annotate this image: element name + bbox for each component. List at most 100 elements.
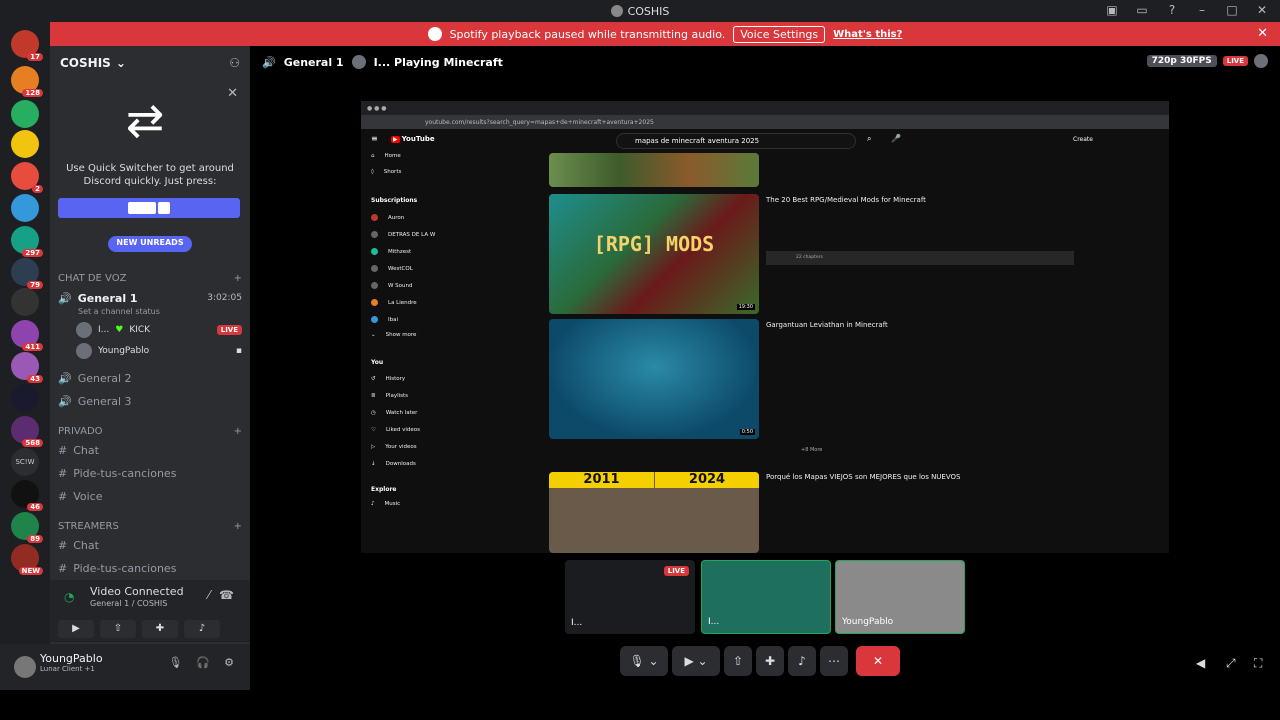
guild-icon[interactable]: 79 <box>11 258 43 289</box>
guild-icon[interactable]: 2 <box>11 162 43 193</box>
voice-user-streamer[interactable]: I... ♥ KICK LIVE <box>76 320 242 340</box>
minimize-icon[interactable]: – <box>1194 3 1210 17</box>
avatar[interactable] <box>14 656 36 678</box>
inbox-icon[interactable]: ▣ <box>1104 3 1120 17</box>
guild-icon[interactable]: 46 <box>11 480 43 511</box>
tab-icon: ● ● ● <box>367 104 387 112</box>
voice-user-youngpablo[interactable]: YoungPablo ▪ <box>76 341 242 361</box>
volume-icon[interactable]: ◀ <box>1196 656 1205 670</box>
more-button[interactable]: ⋯ <box>820 646 848 676</box>
fullscreen-icon[interactable]: ⛶ <box>1254 656 1262 671</box>
banner-close-icon[interactable]: ✕ <box>1257 26 1268 41</box>
guild-icon[interactable]: 128 <box>11 66 43 97</box>
plus-icon[interactable]: + <box>234 426 242 437</box>
guild-icon[interactable]: NEW <box>11 544 43 575</box>
side-you-item: ▷ Your videos <box>371 444 417 450</box>
chapters-row: 22 chapters <box>766 251 1074 265</box>
badge: 89 <box>27 535 43 543</box>
channel-chat[interactable]: # Chat <box>58 535 242 555</box>
voice-channel-general-3[interactable]: 🔊 General 3 <box>58 391 242 411</box>
username: YoungPablo <box>98 346 150 356</box>
participant-tile[interactable]: I... <box>701 560 831 634</box>
side-you-item: ≣ Playlists <box>371 393 409 399</box>
badge: NEW <box>18 567 43 575</box>
duration: 0:50 <box>739 429 755 435</box>
stage-header: 🔊 General 1 I... Playing Minecraft 720p … <box>250 52 1280 72</box>
avatar[interactable] <box>1254 54 1268 68</box>
plus-icon[interactable]: + <box>234 521 242 532</box>
guild-icon[interactable] <box>11 100 39 128</box>
activities-button[interactable]: ✚ <box>142 620 178 638</box>
invite-icon[interactable]: ⚇ <box>229 56 240 70</box>
participant-tile[interactable]: YoungPablo <box>835 560 965 634</box>
whats-this-link[interactable]: What's this? <box>833 29 902 40</box>
video-thumbnail: [RPG] MODS 19:30 <box>549 194 759 314</box>
disconnect-button[interactable]: ✕ <box>856 646 900 676</box>
noise-suppression-icon[interactable]: ⁄ <box>208 588 210 602</box>
screen-icon[interactable]: ▭ <box>1134 3 1150 17</box>
popout-icon[interactable]: ⤢ <box>1226 656 1236 671</box>
category-streamers[interactable]: STREAMERS + <box>58 521 242 532</box>
badge: 411 <box>22 343 43 351</box>
signal-icon[interactable]: ◔ <box>64 590 74 604</box>
mic-button[interactable]: 🎙 ⌄ <box>620 646 668 676</box>
quick-switcher-text: Use Quick Switcher to get around Discord… <box>66 163 234 187</box>
chevron-down-icon: ⌄ <box>115 56 126 70</box>
guild-icon[interactable]: 89 <box>11 512 43 543</box>
help-icon[interactable]: ? <box>1164 3 1180 17</box>
participant-tile[interactable]: LIVE I... <box>565 560 695 634</box>
gear-icon[interactable]: ⚙ <box>224 656 234 669</box>
youtube-logo: ▶ YouTube <box>391 135 435 143</box>
headphones-icon[interactable]: 🎧 <box>196 656 210 669</box>
camera-button[interactable]: ▶ <box>58 620 94 638</box>
channel-pide-tus-canciones[interactable]: # Pide-tus-canciones <box>58 558 242 578</box>
guild-icon[interactable]: 297 <box>11 226 43 257</box>
guild-icon[interactable] <box>11 130 39 158</box>
guild-icon[interactable] <box>11 384 39 412</box>
guild-icon[interactable]: 568 <box>11 416 43 447</box>
voice-channel-general-2[interactable]: 🔊 General 2 <box>58 368 242 388</box>
new-unreads-pill[interactable]: NEW UNREADS <box>58 236 242 252</box>
voice-settings-button[interactable]: Voice Settings <box>733 25 826 43</box>
badge: 43 <box>27 375 43 383</box>
soundboard-button[interactable]: ♪ <box>184 620 220 638</box>
channel-chat[interactable]: # Chat <box>58 440 242 460</box>
disconnect-icon[interactable]: ☎ <box>219 588 234 602</box>
activities-button[interactable]: ✚ <box>756 646 784 676</box>
category-voice[interactable]: CHAT DE VOZ + <box>58 273 242 284</box>
channel-name: Voice <box>73 489 103 503</box>
channel-name: General 2 <box>77 371 132 385</box>
guild-icon[interactable] <box>11 194 39 222</box>
mic-icon[interactable]: 🎙 <box>168 656 182 669</box>
video-meta: Gargantuan Leviathan in Minecraft <box>766 321 1066 329</box>
shared-screen[interactable]: ● ● ● youtube.com/results?search_query=m… <box>361 101 1169 553</box>
plus-icon[interactable]: + <box>234 273 242 284</box>
channel-pide-tus-canciones[interactable]: # Pide-tus-canciones <box>58 463 242 483</box>
server-header[interactable]: COSHIS ⌄ ⚇ <box>50 46 250 80</box>
maximize-icon[interactable]: □ <box>1224 3 1240 17</box>
screen-share-button[interactable]: ⇧ <box>724 646 752 676</box>
guild-icon[interactable]: 17 <box>11 30 43 61</box>
side-sub: La Liendre <box>371 299 417 306</box>
thumbnail-text: [RPG] MODS <box>593 232 715 256</box>
live-badge: LIVE <box>216 325 242 335</box>
screen-share-button[interactable]: ⇧ <box>100 620 136 638</box>
connection-channel[interactable]: General 1 / COSHIS <box>90 599 167 608</box>
close-icon[interactable]: ✕ <box>227 86 238 101</box>
channel-status[interactable]: Set a channel status <box>78 307 160 316</box>
category-private[interactable]: PRIVADO + <box>58 426 242 437</box>
channel-voice[interactable]: # Voice <box>58 486 242 506</box>
guild-icon[interactable] <box>11 288 39 316</box>
soundboard-button[interactable]: ♪ <box>788 646 816 676</box>
badge: 17 <box>27 53 43 61</box>
voice-channel-general-1[interactable]: 🔊 General 1 3:02:05 <box>58 288 242 308</box>
category-label: STREAMERS <box>58 521 119 532</box>
switch-arrows-icon: ⇄ <box>125 93 165 147</box>
guild-icon[interactable]: 43 <box>11 352 43 383</box>
camera-button[interactable]: ▶ ⌄ <box>672 646 720 676</box>
close-icon[interactable]: ✕ <box>1254 3 1270 17</box>
search-icon: ⌕ <box>867 134 872 143</box>
guild-icon[interactable]: 411 <box>11 320 43 351</box>
guild-icon[interactable]: SC!W <box>11 448 39 476</box>
quality-badge[interactable]: 720p 30FPS <box>1146 55 1217 67</box>
